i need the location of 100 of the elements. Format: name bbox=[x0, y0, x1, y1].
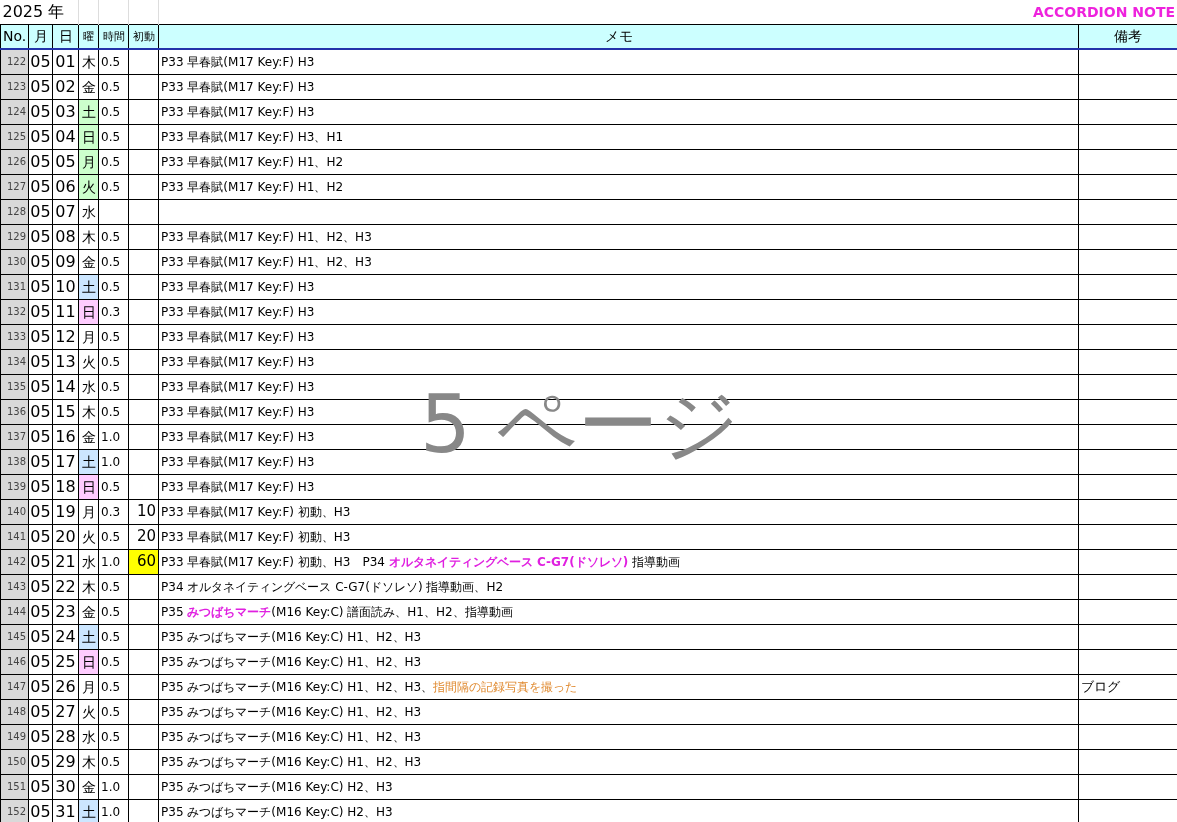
column-header: No. bbox=[0, 24, 29, 49]
row-number: 133 bbox=[0, 324, 29, 349]
month-cell: 05 bbox=[28, 549, 53, 574]
day-cell: 24 bbox=[52, 624, 79, 649]
day-cell: 28 bbox=[52, 724, 79, 749]
hours-cell: 0.5 bbox=[98, 749, 129, 774]
memo-cell: P35 みつばちマーチ(M16 Key:C) H1、H2、H3 bbox=[158, 724, 1079, 749]
row-number: 122 bbox=[0, 49, 29, 74]
row-number: 149 bbox=[0, 724, 29, 749]
day-cell: 19 bbox=[52, 499, 79, 524]
month-cell: 05 bbox=[28, 224, 53, 249]
memo-cell: P33 早春賦(M17 Key:F) H3 bbox=[158, 274, 1079, 299]
day-cell: 23 bbox=[52, 599, 79, 624]
month-cell: 05 bbox=[28, 174, 53, 199]
memo-cell: P35 みつばちマーチ(M16 Key:C) H1、H2、H3 bbox=[158, 749, 1079, 774]
day-cell: 14 bbox=[52, 374, 79, 399]
month-cell: 05 bbox=[28, 299, 53, 324]
memo-cell: P33 早春賦(M17 Key:F) 初動、H3 bbox=[158, 499, 1079, 524]
row-number: 142 bbox=[0, 549, 29, 574]
hours-cell: 0.5 bbox=[98, 574, 129, 599]
memo-cell: P35 みつばちマーチ(M16 Key:C) H1、H2、H3、指間隔の記録写真を撮った bbox=[158, 674, 1079, 699]
day-cell: 01 bbox=[52, 49, 79, 74]
day-cell: 16 bbox=[52, 424, 79, 449]
row-number: 140 bbox=[0, 499, 29, 524]
month-cell: 05 bbox=[28, 274, 53, 299]
hours-cell: 0.5 bbox=[98, 249, 129, 274]
month-cell: 05 bbox=[28, 699, 53, 724]
day-cell: 09 bbox=[52, 249, 79, 274]
column-header: 備考 bbox=[1078, 24, 1177, 49]
hours-cell: 0.5 bbox=[98, 99, 129, 124]
month-cell: 05 bbox=[28, 749, 53, 774]
hours-cell: 0.5 bbox=[98, 699, 129, 724]
hours-cell: 0.5 bbox=[98, 349, 129, 374]
first-move-cell: 20 bbox=[128, 524, 159, 549]
memo-cell: P34 オルタネイティングベース C-G7(ドソレソ) 指導動画、H2 bbox=[158, 574, 1079, 599]
month-cell: 05 bbox=[28, 499, 53, 524]
month-cell: 05 bbox=[28, 724, 53, 749]
row-number: 126 bbox=[0, 149, 29, 174]
memo-cell: P33 早春賦(M17 Key:F) H3 bbox=[158, 474, 1079, 499]
row-number: 130 bbox=[0, 249, 29, 274]
memo-cell: P33 早春賦(M17 Key:F) H3 bbox=[158, 99, 1079, 124]
sheet-title: ACCORDION NOTE bbox=[1032, 3, 1176, 20]
row-number: 124 bbox=[0, 99, 29, 124]
row-number: 143 bbox=[0, 574, 29, 599]
day-cell: 06 bbox=[52, 174, 79, 199]
year-label: 2025 年 bbox=[2, 1, 65, 21]
hours-cell: 0.5 bbox=[98, 324, 129, 349]
memo-cell: P33 早春賦(M17 Key:F) H3 bbox=[158, 324, 1079, 349]
hours-cell: 1.0 bbox=[98, 449, 129, 474]
month-cell: 05 bbox=[28, 424, 53, 449]
column-header: メモ bbox=[158, 24, 1079, 49]
memo-cell: P33 早春賦(M17 Key:F) H3 bbox=[158, 49, 1079, 74]
column-header: 時間 bbox=[98, 24, 129, 49]
row-number: 135 bbox=[0, 374, 29, 399]
hours-cell: 0.5 bbox=[98, 649, 129, 674]
row-number: 129 bbox=[0, 224, 29, 249]
row-number: 144 bbox=[0, 599, 29, 624]
day-cell: 27 bbox=[52, 699, 79, 724]
memo-cell: P35 みつばちマーチ(M16 Key:C) H1、H2、H3 bbox=[158, 699, 1079, 724]
hours-cell: 0.5 bbox=[98, 374, 129, 399]
month-cell: 05 bbox=[28, 524, 53, 549]
hours-cell: 0.5 bbox=[98, 474, 129, 499]
day-cell: 18 bbox=[52, 474, 79, 499]
day-cell: 05 bbox=[52, 149, 79, 174]
column-header: 曜 bbox=[78, 24, 99, 49]
hours-cell: 0.5 bbox=[98, 74, 129, 99]
hours-cell: 0.5 bbox=[98, 124, 129, 149]
hours-cell: 0.5 bbox=[98, 274, 129, 299]
hours-cell: 0.3 bbox=[98, 299, 129, 324]
month-cell: 05 bbox=[28, 774, 53, 799]
hours-cell: 0.5 bbox=[98, 174, 129, 199]
month-cell: 05 bbox=[28, 149, 53, 174]
memo-cell: P35 みつばちマーチ(M16 Key:C) H1、H2、H3 bbox=[158, 649, 1079, 674]
hours-cell: 0.3 bbox=[98, 499, 129, 524]
day-cell: 13 bbox=[52, 349, 79, 374]
hours-cell: 0.5 bbox=[98, 624, 129, 649]
memo-cell: P35 みつばちマーチ(M16 Key:C) 譜面読み、H1、H2、指導動画 bbox=[158, 599, 1079, 624]
row-number: 125 bbox=[0, 124, 29, 149]
memo-cell: P33 早春賦(M17 Key:F) H1、H2 bbox=[158, 149, 1079, 174]
row-number: 141 bbox=[0, 524, 29, 549]
month-cell: 05 bbox=[28, 374, 53, 399]
row-number: 132 bbox=[0, 299, 29, 324]
day-cell: 25 bbox=[52, 649, 79, 674]
day-cell: 12 bbox=[52, 324, 79, 349]
row-number: 151 bbox=[0, 774, 29, 799]
month-cell: 05 bbox=[28, 624, 53, 649]
row-number: 138 bbox=[0, 449, 29, 474]
row-number: 137 bbox=[0, 424, 29, 449]
column-header: 月 bbox=[28, 24, 53, 49]
column-header: 初動 bbox=[128, 24, 159, 49]
hours-cell: 0.5 bbox=[98, 524, 129, 549]
hours-cell: 0.5 bbox=[98, 674, 129, 699]
row-number: 139 bbox=[0, 474, 29, 499]
memo-cell: P35 みつばちマーチ(M16 Key:C) H1、H2、H3 bbox=[158, 624, 1079, 649]
day-cell: 03 bbox=[52, 99, 79, 124]
day-cell: 10 bbox=[52, 274, 79, 299]
row-number: 147 bbox=[0, 674, 29, 699]
day-cell: 30 bbox=[52, 774, 79, 799]
month-cell: 05 bbox=[28, 324, 53, 349]
memo-cell: P33 早春賦(M17 Key:F) H3 bbox=[158, 74, 1079, 99]
